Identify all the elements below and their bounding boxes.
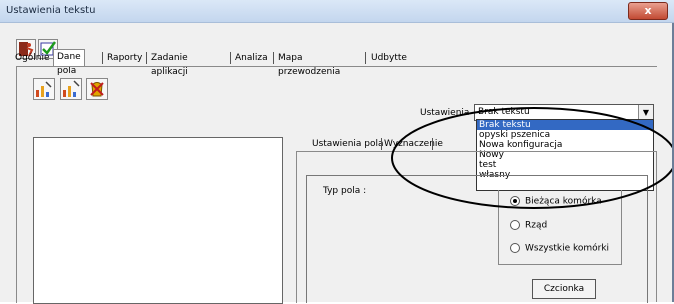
tab-separator xyxy=(230,52,231,64)
window-title: Ustawienia tekstu xyxy=(6,5,96,16)
dropdown-option[interactable]: Brak tekstu xyxy=(477,120,653,130)
radio-label: Wszystkie komórki xyxy=(525,243,610,254)
close-icon[interactable]: x xyxy=(644,4,651,17)
edit-chart-icon xyxy=(36,81,52,97)
radio-selected-icon[interactable] xyxy=(510,196,520,206)
tab-wyznaczenie[interactable]: Wyznaczenie xyxy=(384,137,443,151)
delete-icon xyxy=(90,82,104,97)
field-list[interactable] xyxy=(33,137,283,304)
tab-separator xyxy=(102,52,103,64)
tab-mapa-przewodzenia[interactable]: Mapa przewodzenia xyxy=(277,51,341,77)
edit-chart-button[interactable] xyxy=(33,78,55,100)
tab-separator xyxy=(432,138,433,150)
tab-zadanie-aplikacji[interactable]: Zadanie aplikacji xyxy=(150,51,189,77)
tab-udbytte[interactable]: Udbytte xyxy=(370,51,408,65)
tab-separator xyxy=(273,52,274,64)
tab-ogolnie[interactable]: Ogólnie xyxy=(14,51,51,65)
radio-unselected-icon[interactable] xyxy=(510,220,520,230)
dropdown-option[interactable]: opyski pszenica xyxy=(477,130,653,140)
title-bar: Ustawienia tekstu x xyxy=(0,0,674,23)
chevron-down-icon[interactable]: ▼ xyxy=(638,105,653,120)
font-button[interactable]: Czcionka xyxy=(532,279,596,299)
tab-separator xyxy=(365,52,366,64)
panel-edge xyxy=(656,151,657,302)
radio-unselected-icon[interactable] xyxy=(510,243,520,253)
new-chart-button[interactable] xyxy=(60,78,82,100)
settings-selected-value: Brak tekstu xyxy=(478,107,530,117)
radio-label: Rząd xyxy=(525,220,548,231)
delete-button[interactable] xyxy=(86,78,108,100)
radio-biezaca-komorka[interactable]: Bieżąca komórka xyxy=(510,196,602,207)
tab-dane-pola[interactable]: Dane pola xyxy=(53,49,85,76)
radio-label: Bieżąca komórka xyxy=(525,196,602,207)
close-button[interactable]: x xyxy=(628,2,668,20)
dropdown-option[interactable]: Nowa konfiguracja xyxy=(477,140,653,150)
radio-wszystkie-komorki[interactable]: Wszystkie komórki xyxy=(510,243,609,254)
field-type-label: Typ pola : xyxy=(323,186,367,196)
radio-rzad[interactable]: Rząd xyxy=(510,220,547,231)
new-chart-icon xyxy=(63,80,80,97)
tab-ustawienia-pola[interactable]: Ustawienia pola xyxy=(312,137,384,151)
tab-separator xyxy=(146,52,147,64)
settings-label: Ustawienia xyxy=(420,108,470,118)
tab-raporty[interactable]: Raporty xyxy=(106,51,143,65)
tab-separator xyxy=(381,138,382,150)
tab-analiza[interactable]: Analiza xyxy=(234,51,269,65)
